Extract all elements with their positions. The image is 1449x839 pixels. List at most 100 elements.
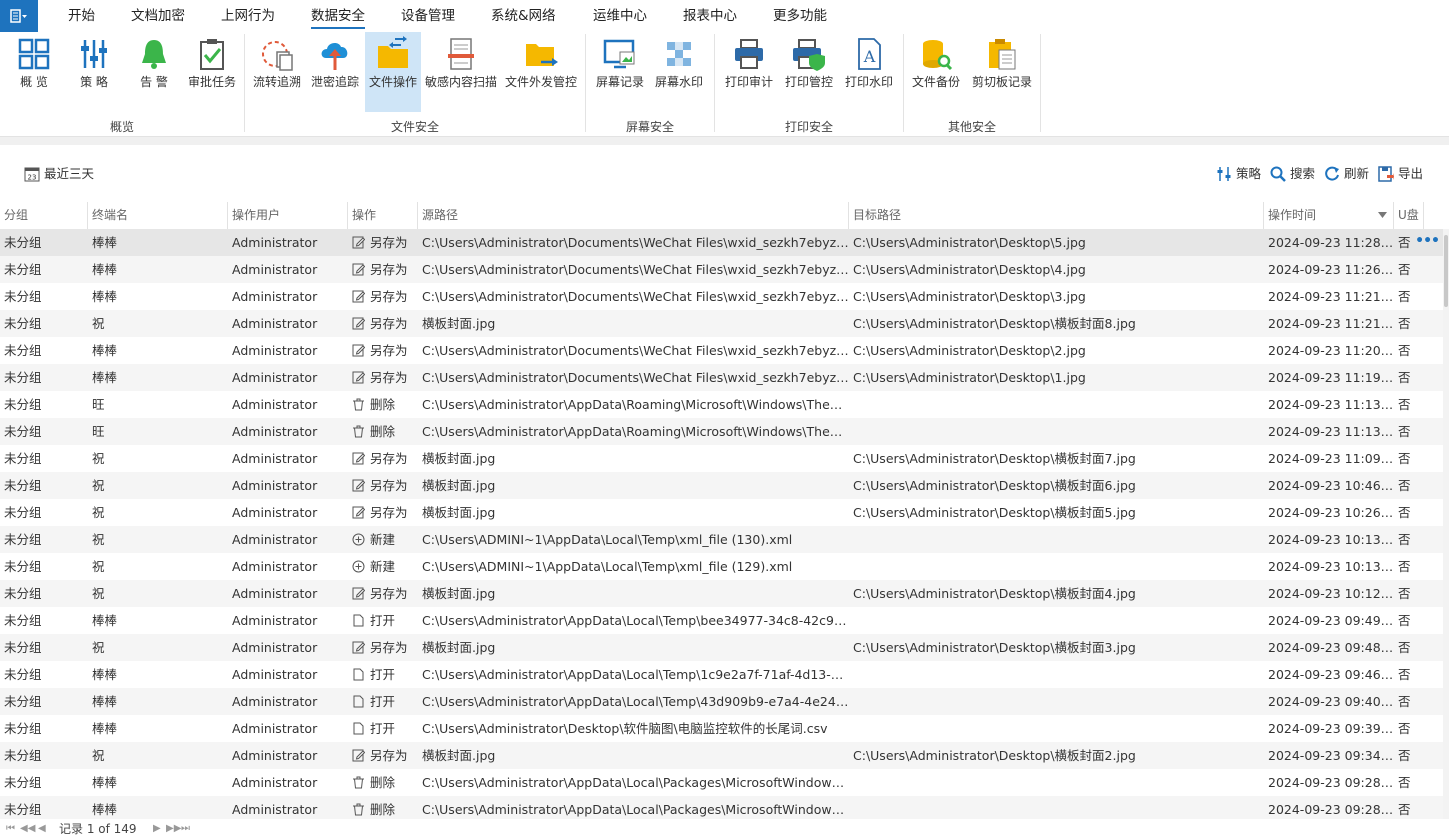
column-header-group[interactable]: 分组 <box>0 202 88 229</box>
ribbon-approval-button[interactable]: 审批任务 <box>184 32 240 112</box>
menu-system-network[interactable]: 系统&网络 <box>491 0 556 32</box>
operation-label: 删除 <box>370 424 396 439</box>
cell-operation: 另存为 <box>348 337 418 364</box>
table-row[interactable]: 未分组 祝 Administrator 新建 C:\Users\ADMINI~1\App… <box>0 526 1443 553</box>
ribbon-flow-trace-button[interactable]: 流转追溯 <box>249 32 305 112</box>
column-header-time[interactable]: 操作时间 <box>1264 202 1394 229</box>
cell-time: 2024-09-23 10:46:23 <box>1268 478 1394 493</box>
ribbon-screen-record-button[interactable]: 屏幕记录 <box>592 32 648 112</box>
cell-time: 2024-09-23 09:39:56 <box>1268 721 1394 736</box>
ribbon-screen-watermark-button[interactable]: 屏幕水印 <box>651 32 707 112</box>
ribbon-screen-watermark-label: 屏幕水印 <box>654 75 703 89</box>
table-row[interactable]: 未分组 棒棒 Administrator 另存为 C:\Users\Administra… <box>0 256 1443 283</box>
ribbon-leak-trace-button[interactable]: 泄密追踪 <box>307 32 363 112</box>
add-circle-icon <box>352 555 365 580</box>
next-page-icon[interactable]: ▶ <box>153 821 161 837</box>
menu-ops-center[interactable]: 运维中心 <box>593 0 647 32</box>
table-row[interactable]: 未分组 棒棒 Administrator 另存为 C:\Users\Administra… <box>0 283 1443 310</box>
column-header-usb[interactable]: U盘 <box>1394 202 1424 229</box>
ribbon-alert-button[interactable]: 告 警 <box>126 32 182 112</box>
cell-user: Administrator <box>232 667 318 682</box>
table-row[interactable]: 未分组 棒棒 Administrator 打开 C:\Users\Administrat… <box>0 715 1443 742</box>
printer-shield-icon <box>793 39 825 71</box>
table-row[interactable]: 未分组 棒棒 Administrator 打开 C:\Users\Administrat… <box>0 607 1443 634</box>
ribbon-sensitive-scan-button[interactable]: 敏感内容扫描 <box>423 32 499 112</box>
vertical-scrollbar[interactable] <box>1443 229 1449 819</box>
svg-text:23: 23 <box>28 174 37 182</box>
table-row[interactable]: 未分组 祝 Administrator 另存为 横板封面.jpg C:\Users\Adm… <box>0 742 1443 769</box>
refresh-button[interactable]: 刷新 <box>1324 164 1369 184</box>
table-row[interactable]: 未分组 祝 Administrator 新建 C:\Users\ADMINI~1\App… <box>0 553 1443 580</box>
scrollbar-thumb[interactable] <box>1444 235 1448 307</box>
search-button[interactable]: 搜索 <box>1270 164 1315 184</box>
cell-target-path: C:\Users\Administrator\Desktop\横板封面4.jpg <box>853 586 1136 601</box>
menu-device-management[interactable]: 设备管理 <box>401 0 455 32</box>
menu-web-behavior[interactable]: 上网行为 <box>221 0 275 32</box>
first-page-icon[interactable]: ⏮ <box>6 821 15 837</box>
menu-report-center[interactable]: 报表中心 <box>683 0 737 32</box>
cell-user: Administrator <box>232 343 318 358</box>
table-row[interactable]: 未分组 棒棒 Administrator 另存为 C:\Users\Administra… <box>0 337 1443 364</box>
ribbon-overview-button[interactable]: 概 览 <box>6 32 62 112</box>
table-row[interactable]: 未分组 棒棒 Administrator 打开 C:\Users\Administrat… <box>0 688 1443 715</box>
table-row[interactable]: 未分组 棒棒 Administrator 删除 C:\Users\Administrat… <box>0 769 1443 796</box>
cell-user: Administrator <box>232 775 318 790</box>
cell-target-path: C:\Users\Administrator\Desktop\5.jpg <box>853 235 1086 250</box>
ribbon-clipboard-record-button[interactable]: 剪切板记录 <box>970 32 1034 112</box>
table-row[interactable]: 未分组 祝 Administrator 另存为 横板封面.jpg C:\Users\Adm… <box>0 634 1443 661</box>
cell-user: Administrator <box>232 802 318 817</box>
cell-target-path <box>849 769 1264 796</box>
cell-usb: 否 <box>1398 748 1411 763</box>
ribbon-print-control-button[interactable]: 打印管控 <box>781 32 837 112</box>
cell-group: 未分组 <box>4 289 42 304</box>
next-block-icon[interactable]: ▶▶ <box>166 821 181 837</box>
menu-start[interactable]: 开始 <box>68 0 95 32</box>
ribbon-outgoing-control-button[interactable]: 文件外发管控 <box>503 32 579 112</box>
cell-target-path <box>849 526 1264 553</box>
ribbon-print-audit-button[interactable]: 打印审计 <box>721 32 777 112</box>
menu-data-security[interactable]: 数据安全 <box>311 0 365 32</box>
cell-time: 2024-09-23 11:19:22 <box>1268 370 1394 385</box>
table-row[interactable]: 未分组 旺 Administrator 删除 C:\Users\Administrato… <box>0 418 1443 445</box>
cell-time: 2024-09-23 11:21:28 <box>1268 289 1394 304</box>
table-row[interactable]: 未分组 祝 Administrator 另存为 横板封面.jpg C:\Users\Adm… <box>0 472 1443 499</box>
strategy-label: 策略 <box>1236 166 1262 181</box>
more-options-icon[interactable]: ••• <box>1415 233 1440 249</box>
app-menu-button[interactable] <box>0 0 38 32</box>
menu-doc-encrypt[interactable]: 文档加密 <box>131 0 185 32</box>
table-row[interactable]: 未分组 棒棒 Administrator 另存为 C:\Users\Administra… <box>0 229 1443 256</box>
toolbar: 23 最近三天 策略 搜索 刷新 导出 <box>0 146 1449 202</box>
ribbon-policy-button[interactable]: 策 略 <box>66 32 122 112</box>
ribbon-file-backup-button[interactable]: 文件备份 <box>908 32 964 112</box>
ribbon-print-watermark-label: 打印水印 <box>844 75 893 89</box>
export-button[interactable]: 导出 <box>1378 164 1423 184</box>
ribbon-print-watermark-button[interactable]: A 打印水印 <box>841 32 897 112</box>
cell-time: 2024-09-23 11:28:28 <box>1268 235 1394 250</box>
menu-more-features[interactable]: 更多功能 <box>773 0 827 32</box>
table-row[interactable]: 未分组 棒棒 Administrator 打开 C:\Users\Administrat… <box>0 661 1443 688</box>
column-header-user[interactable]: 操作用户 <box>228 202 348 229</box>
operation-label: 另存为 <box>370 289 408 304</box>
date-filter-button[interactable]: 23 最近三天 <box>24 164 94 184</box>
ribbon-file-ops-button[interactable]: 文件操作 <box>365 32 421 112</box>
table-row[interactable]: 未分组 棒棒 Administrator 另存为 C:\Users\Administra… <box>0 364 1443 391</box>
prev-page-icon[interactable]: ◀ <box>38 821 46 837</box>
table-row[interactable]: 未分组 祝 Administrator 另存为 横板封面.jpg C:\Users\Adm… <box>0 310 1443 337</box>
operation-label: 删除 <box>370 802 396 817</box>
table-row[interactable]: 未分组 棒棒 Administrator 删除 C:\Users\Administrat… <box>0 796 1443 819</box>
trash-icon <box>352 393 365 418</box>
strategy-button[interactable]: 策略 <box>1216 164 1261 184</box>
table-row[interactable]: 未分组 祝 Administrator 另存为 横板封面.jpg C:\Users\Adm… <box>0 445 1443 472</box>
table-row[interactable]: 未分组 旺 Administrator 删除 C:\Users\Administrato… <box>0 391 1443 418</box>
operation-label: 另存为 <box>370 478 408 493</box>
table-row[interactable]: 未分组 祝 Administrator 另存为 横板封面.jpg C:\Users\Adm… <box>0 499 1443 526</box>
column-header-operation[interactable]: 操作 <box>348 202 418 229</box>
last-page-icon[interactable]: ⏭ <box>181 821 190 837</box>
cell-group: 未分组 <box>4 397 42 412</box>
prev-block-icon[interactable]: ◀◀ <box>20 821 35 837</box>
cell-group: 未分组 <box>4 262 42 277</box>
column-header-terminal[interactable]: 终端名 <box>88 202 228 229</box>
column-header-target-path[interactable]: 目标路径 <box>849 202 1264 229</box>
column-header-source-path[interactable]: 源路径 <box>418 202 849 229</box>
table-row[interactable]: 未分组 祝 Administrator 另存为 横板封面.jpg C:\Users\Adm… <box>0 580 1443 607</box>
